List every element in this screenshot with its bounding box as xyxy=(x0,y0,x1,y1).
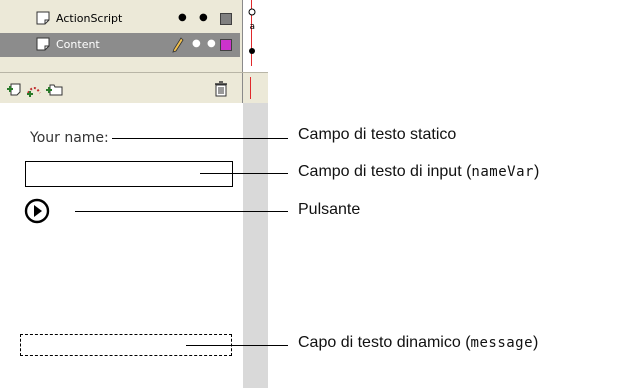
playhead-marker xyxy=(250,77,251,99)
leader-line xyxy=(200,173,288,174)
callout-input-text: Campo di testo di input (nameVar) xyxy=(298,163,539,181)
lock-dot[interactable]: ● xyxy=(199,12,208,23)
callout-dynamic-text: Capo di testo dinamico (message) xyxy=(298,334,538,352)
layer-name: ActionScript xyxy=(56,12,123,25)
delete-layer-icon[interactable] xyxy=(214,81,228,97)
layer-icon xyxy=(36,11,50,25)
timeline-toolbar xyxy=(0,72,268,103)
keyframe-icon: a xyxy=(248,8,256,32)
callout-input-var: nameVar xyxy=(471,164,534,180)
callout-input-close: ) xyxy=(533,163,540,180)
insert-layer-icon[interactable] xyxy=(6,81,22,97)
frames-strip[interactable]: a xyxy=(242,0,269,72)
insert-folder-icon[interactable] xyxy=(45,81,63,97)
keyframe-icon xyxy=(249,48,255,54)
outline-color-swatch[interactable] xyxy=(220,13,232,25)
pencil-icon xyxy=(172,37,184,53)
outline-color-swatch[interactable] xyxy=(220,39,232,51)
visibility-dot[interactable]: ● xyxy=(178,12,187,23)
callout-input-label: Campo di testo di input ( xyxy=(298,163,472,180)
visibility-dot[interactable]: ● xyxy=(192,38,201,49)
svg-text:a: a xyxy=(250,22,256,32)
leader-line xyxy=(186,345,288,346)
name-input-field[interactable] xyxy=(25,161,233,187)
layer-icon xyxy=(36,37,50,51)
add-motion-guide-icon[interactable] xyxy=(26,81,42,97)
layer-row-content[interactable]: Content ● ● xyxy=(0,33,240,57)
leader-line xyxy=(75,211,288,212)
divider xyxy=(242,73,243,103)
callout-dynamic-var: message xyxy=(470,335,534,351)
lock-dot[interactable]: ● xyxy=(207,38,216,49)
layer-row-actionscript[interactable]: ActionScript ● ● xyxy=(0,7,240,31)
callout-dynamic-close: ) xyxy=(533,334,539,351)
callout-button: Pulsante xyxy=(298,201,361,218)
play-button-icon[interactable] xyxy=(24,198,50,224)
static-text-field: Your name: xyxy=(30,130,109,146)
callout-static-text: Campo di testo statico xyxy=(298,126,457,143)
leader-line xyxy=(112,138,288,139)
callout-dynamic-label: Capo di testo dinamico ( xyxy=(298,334,471,351)
layer-name: Content xyxy=(56,38,100,51)
